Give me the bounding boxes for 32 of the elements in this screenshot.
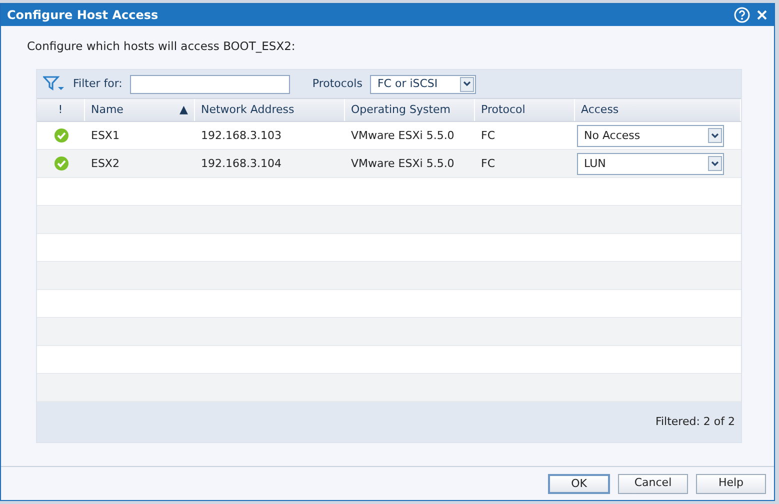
sort-indicator: ▲ <box>180 102 188 118</box>
dropdown[interactable]: LUN <box>577 152 724 175</box>
status-ok-icon <box>54 128 68 144</box>
filter-field[interactable] <box>130 74 290 94</box>
table-cell-text: FC <box>481 156 496 172</box>
filter-icon[interactable] <box>43 76 65 92</box>
protocols-label: Protocols <box>312 76 362 92</box>
dropdown[interactable]: FC or iSCSI <box>370 74 476 94</box>
dialog-button[interactable]: Help <box>696 474 766 494</box>
prompt-text: Configure which hosts will access BOOT_ESX2: <box>26 38 296 55</box>
column-label: Name <box>91 102 124 118</box>
dialog-button[interactable]: Cancel <box>618 474 688 494</box>
close-icon[interactable] <box>756 9 768 21</box>
column-header[interactable]: Operating System <box>345 99 475 122</box>
dropdown[interactable]: No Access <box>577 124 724 147</box>
table-cell-text: 192.168.3.103 <box>201 128 282 144</box>
column-header[interactable]: Protocol <box>475 99 575 122</box>
column-header[interactable]: Access <box>575 99 741 122</box>
table-cell-text: ESX1 <box>91 128 120 144</box>
table-cell-text: VMware ESXi 5.5.0 <box>351 128 454 144</box>
filter-status: Filtered: 2 of 2 <box>655 414 735 430</box>
column-header[interactable]: Network Address <box>195 99 345 122</box>
table-cell-text: 192.168.3.104 <box>201 156 282 172</box>
table-cell-text: FC <box>481 128 496 144</box>
filter-label: Filter for: <box>73 76 122 92</box>
help-icon[interactable] <box>734 7 750 23</box>
table-cell-text: ESX2 <box>91 156 120 172</box>
dialog-button[interactable]: OK <box>548 474 610 494</box>
window-title: Configure Host Access <box>7 7 158 24</box>
status-ok-icon <box>54 156 68 172</box>
column-header[interactable]: ! <box>37 99 85 122</box>
table-cell-text: VMware ESXi 5.5.0 <box>351 156 454 172</box>
